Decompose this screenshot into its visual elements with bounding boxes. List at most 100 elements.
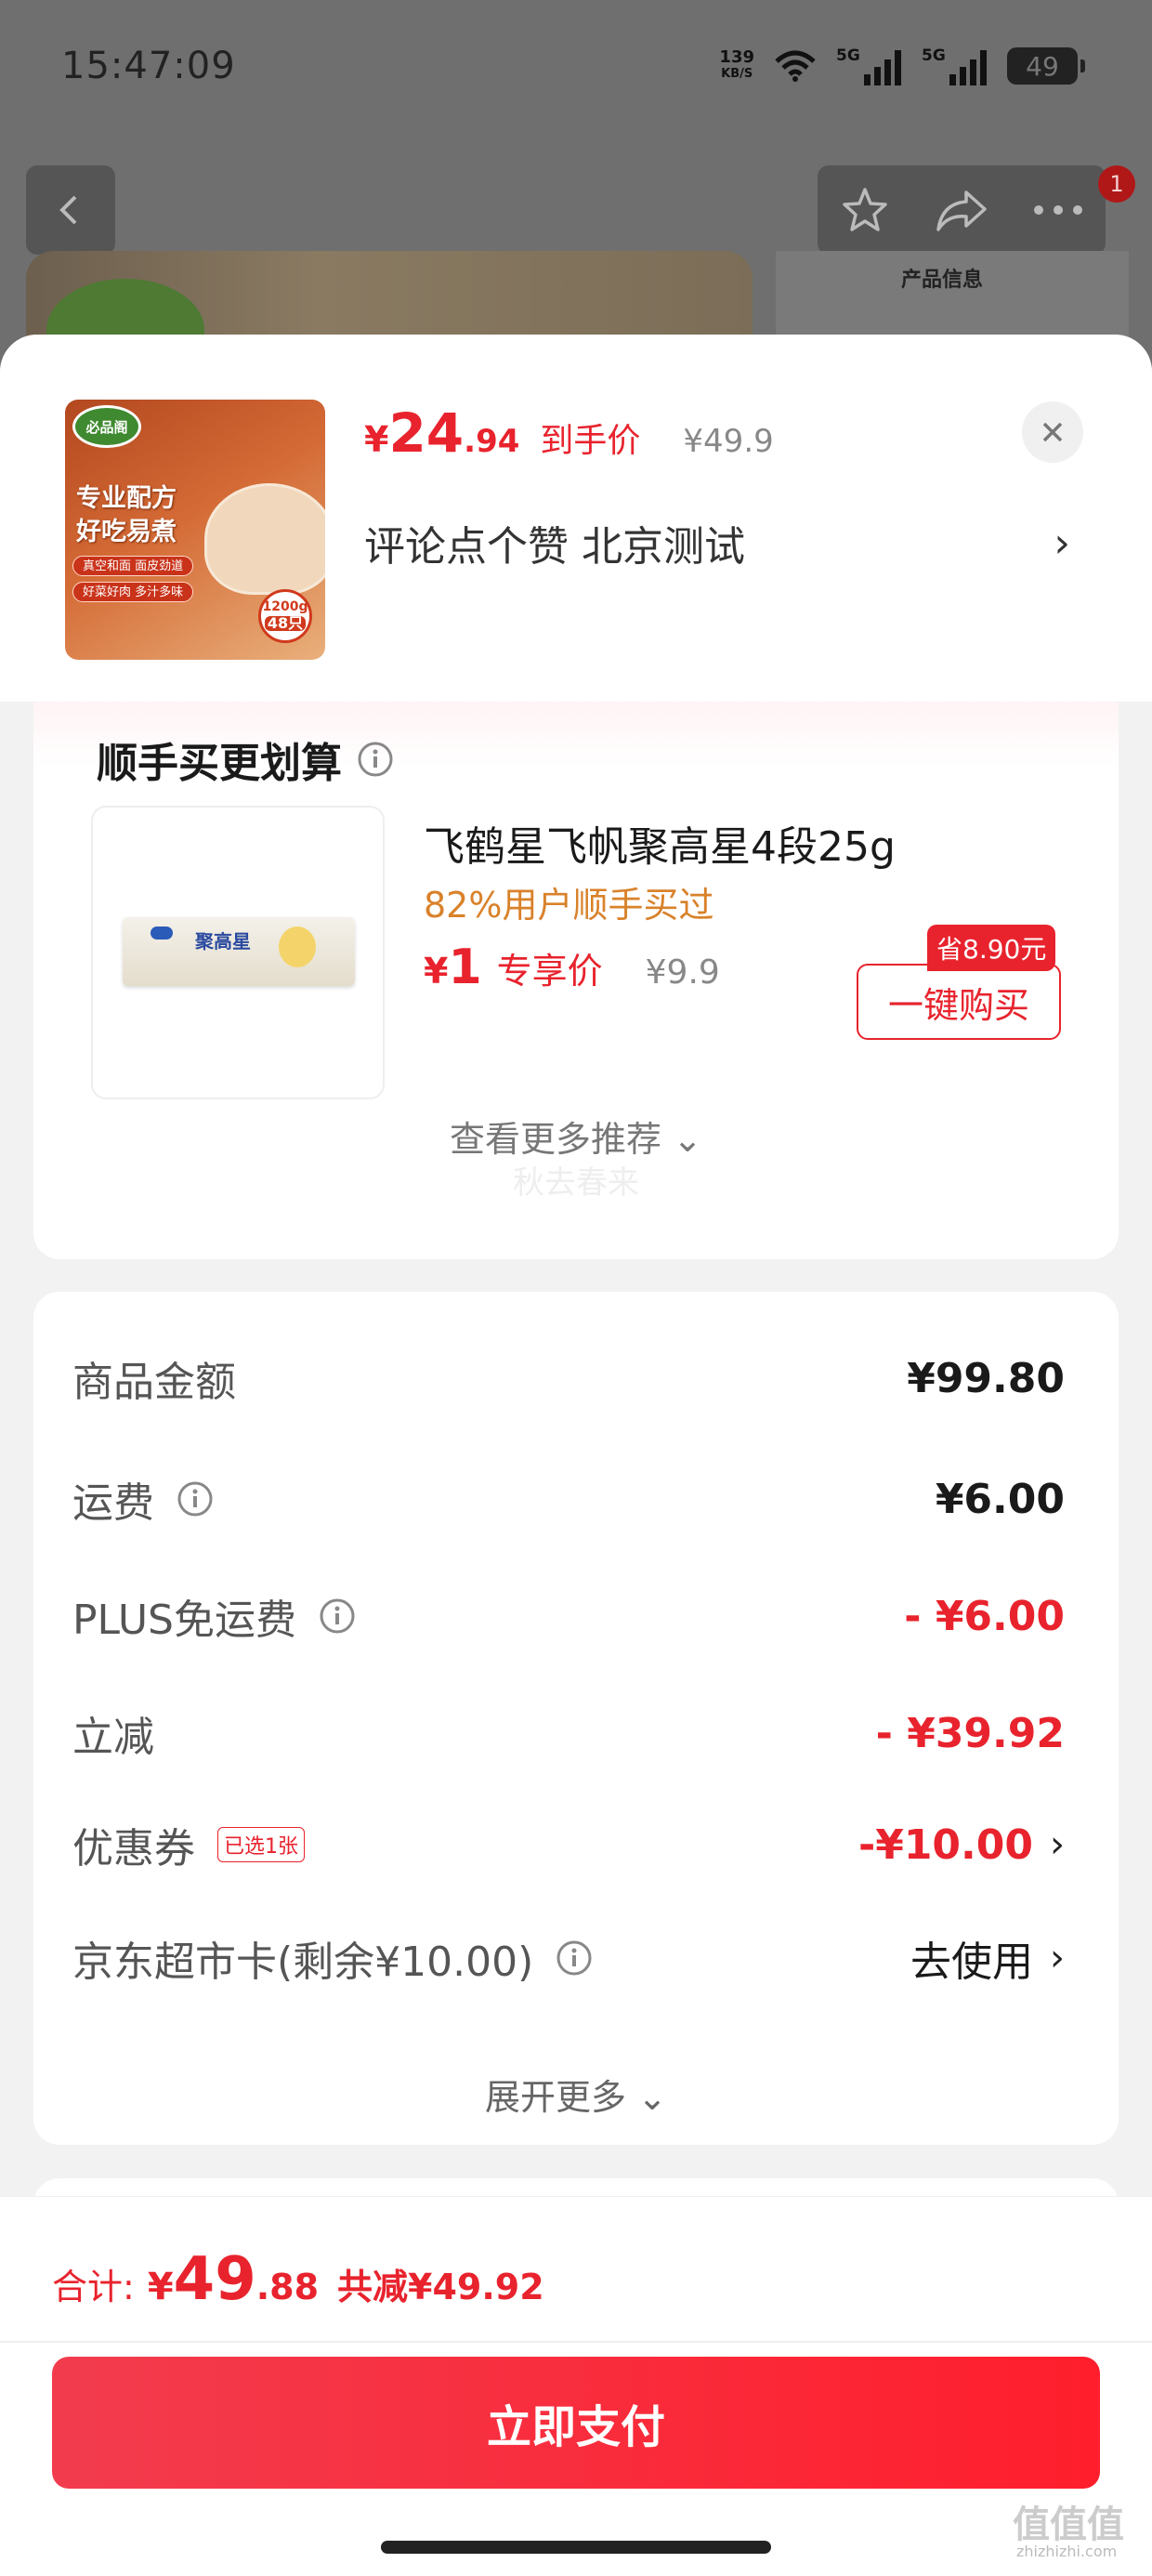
milk-powder-pack: 聚高星	[123, 917, 355, 986]
site-watermark-url: zhizhizhi.com	[1016, 2543, 1118, 2560]
spec-text: 评论点个赞 北京测试	[364, 523, 745, 571]
product-price: ¥ 24 .94 到手价 ¥49.9	[364, 401, 774, 465]
fee-label-text: 运费	[72, 1479, 154, 1527]
weight-value: 1200g	[262, 599, 308, 614]
star-icon[interactable]	[840, 185, 890, 235]
fee-value: ¥6.00	[935, 1475, 1065, 1523]
fee-label: 立减	[72, 1714, 154, 1761]
product-thumbnail[interactable]: 必品阁 专业配方 好吃易煮 真空和面 面皮劲道 好菜好肉 多汁多味 1200g …	[65, 400, 325, 660]
price-currency: ¥	[364, 419, 389, 460]
pack-mascot	[279, 927, 316, 967]
fee-label: 商品金额	[72, 1359, 236, 1406]
total-currency: ¥	[147, 2266, 174, 2308]
one-click-buy-button[interactable]: 一键购买	[857, 964, 1061, 1040]
addon-title: 顺手买更划算	[97, 729, 394, 789]
sim1-label: 5G	[836, 46, 860, 65]
spec-selector[interactable]: 评论点个赞 北京测试 ›	[364, 513, 1070, 572]
status-time: 15:47:09	[61, 45, 236, 87]
fee-row-shipping: 运费 ¥6.00	[72, 1466, 1065, 1531]
fee-label-text: 优惠券	[72, 1825, 195, 1873]
sim2-label: 5G	[922, 46, 946, 65]
info-icon[interactable]	[177, 1480, 214, 1518]
more-icon[interactable]	[1033, 204, 1083, 216]
info-icon[interactable]	[556, 1939, 593, 1977]
checkout-footer: 合计: ¥ 49 .88 共减¥49.92 立即支付 值值值 zhizhizhi…	[0, 2196, 1152, 2576]
status-icons: 139 KB/S 5G 5G 49	[719, 46, 1085, 85]
addon-recommendation-card: 顺手买更划算 聚高星 飞鹤星飞帆聚高星4段25g 82%用户顺手买过 ¥ 1 专…	[33, 702, 1119, 1259]
product-summary: 必品阁 专业配方 好吃易煮 真空和面 面皮劲道 好菜好肉 多汁多味 1200g …	[0, 335, 1152, 702]
close-button[interactable]	[1022, 401, 1083, 463]
watermark-text: 秋去春来	[513, 1164, 639, 1202]
notification-badge: 1	[1098, 165, 1135, 203]
close-icon	[1042, 422, 1063, 442]
addon-product-image[interactable]: 聚高星	[91, 806, 385, 1099]
share-icon[interactable]	[935, 187, 988, 233]
total-decimal: .88	[255, 2267, 320, 2307]
chevron-right-icon: ›	[1054, 519, 1070, 567]
weight-badge: 1200g 48只	[258, 589, 312, 643]
brand-logo: 必品阁	[72, 405, 141, 448]
fee-row-supermarket-card[interactable]: 京东超市卡(剩余¥10.00) 去使用 ›	[72, 1925, 1065, 1991]
addon-original-price: ¥9.9	[645, 953, 720, 992]
fee-value: - ¥39.92	[875, 1709, 1065, 1757]
price-integer: 24	[388, 401, 465, 465]
fee-breakdown-card: 商品金额 ¥99.80 运费 ¥6.00 PLUS免运费 - ¥6.00 立减 …	[33, 1292, 1119, 2145]
use-card-link[interactable]: 去使用	[910, 1928, 1033, 1988]
image-pill-2: 好菜好肉 多汁多味	[72, 582, 194, 602]
addon-product-name[interactable]: 飞鹤星飞帆聚高星4段25g	[424, 813, 896, 873]
info-icon[interactable]	[357, 741, 394, 778]
total-label: 合计:	[52, 2267, 135, 2307]
fee-label: 京东超市卡(剩余¥10.00)	[72, 1928, 593, 1988]
fee-row-instant-discount: 立减 - ¥39.92	[72, 1701, 1065, 1766]
count-value: 48只	[265, 616, 306, 631]
network-speed-value: 139	[719, 47, 754, 67]
image-pill-1: 真空和面 面皮劲道	[72, 556, 194, 576]
total-discount: 共减¥49.92	[337, 2267, 544, 2307]
fee-label: 优惠券 已选1张	[72, 1815, 305, 1874]
coupon-selected-tag: 已选1张	[217, 1827, 305, 1862]
fee-label-text: 京东超市卡(剩余¥10.00)	[72, 1939, 534, 1986]
top-actions	[818, 165, 1106, 255]
pack-label: 聚高星	[195, 930, 251, 953]
total-integer: 49	[173, 2245, 256, 2314]
more-recommendations-link[interactable]: 查看更多推荐 ⌄	[33, 1111, 1119, 1162]
image-slogan-2: 好吃易煮	[76, 518, 177, 546]
network-speed: 139 KB/S	[719, 49, 754, 83]
fee-label-text: PLUS免运费	[72, 1597, 296, 1644]
fee-row-coupon[interactable]: 优惠券 已选1张 -¥10.00 ›	[72, 1812, 1065, 1877]
info-icon[interactable]	[319, 1597, 356, 1635]
fee-value: - ¥6.00	[904, 1592, 1065, 1640]
addon-price: ¥ 1 专享价 ¥9.9	[424, 940, 720, 995]
original-price: ¥49.9	[683, 423, 774, 460]
dumpling-illustration	[204, 483, 325, 595]
fee-value: -¥10.00 ›	[858, 1821, 1065, 1869]
background-info-title: 产品信息	[901, 269, 984, 292]
signal-sim2-icon: 5G	[922, 46, 987, 85]
fee-value: ¥99.80	[907, 1354, 1065, 1402]
addon-title-text: 顺手买更划算	[97, 740, 342, 787]
back-icon	[59, 195, 77, 225]
site-watermark-logo: 值值值	[1013, 2504, 1124, 2546]
status-bar: 15:47:09 139 KB/S 5G 5G 49	[0, 0, 1152, 139]
fee-row-plus-free-shipping: PLUS免运费 - ¥6.00	[72, 1584, 1065, 1649]
addon-price-currency: ¥	[424, 951, 449, 992]
divider	[0, 2341, 1152, 2343]
addon-price-label: 专享价	[496, 951, 603, 992]
price-label: 到手价	[540, 422, 641, 460]
coupon-value: -¥10.00	[857, 1820, 1033, 1869]
addon-social-proof: 82%用户顺手买过	[424, 885, 714, 926]
home-indicator[interactable]	[381, 2541, 771, 2554]
total-amount: 合计: ¥ 49 .88 共减¥49.92	[52, 2245, 544, 2314]
image-slogan-1: 专业配方	[76, 484, 177, 513]
network-speed-unit: KB/S	[721, 67, 753, 81]
expand-more-link[interactable]: 展开更多 ⌄	[33, 2069, 1119, 2120]
chevron-right-icon: ›	[1050, 1823, 1065, 1866]
back-button[interactable]	[26, 165, 115, 255]
savings-badge: 省8.90元	[927, 925, 1056, 971]
fee-row-goods-amount: 商品金额 ¥99.80	[72, 1346, 1065, 1411]
pack-logo	[151, 927, 173, 940]
signal-sim1-icon: 5G	[836, 46, 901, 85]
pay-now-button[interactable]: 立即支付	[52, 2357, 1100, 2489]
wifi-icon	[775, 50, 816, 82]
fee-value: 去使用 ›	[910, 1928, 1065, 1988]
